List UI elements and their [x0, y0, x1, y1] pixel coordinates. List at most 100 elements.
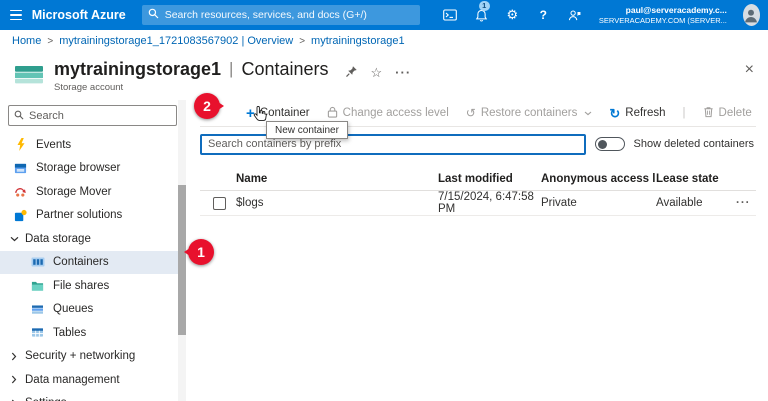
search-icon [14, 109, 24, 123]
sidebar-item-tables[interactable]: Tables [0, 321, 186, 345]
chevron-down-icon [584, 111, 592, 116]
table-header-row: Name Last modified Anonymous access l...… [200, 168, 756, 191]
sidebar-item-label: File shares [53, 280, 109, 292]
refresh-label: Refresh [625, 107, 665, 119]
sidebar-group-data-management[interactable]: Data management [0, 368, 186, 392]
sidebar-item-containers[interactable]: Containers [0, 251, 186, 275]
new-container-label: Container [260, 107, 310, 119]
lock-icon [327, 106, 338, 121]
toggle-knob [598, 140, 607, 149]
column-header-last-modified[interactable]: Last modified [438, 173, 541, 185]
breadcrumb-home[interactable]: Home [12, 35, 41, 47]
show-deleted-toggle[interactable] [595, 137, 625, 151]
column-header-anonymous-access[interactable]: Anonymous access l... [541, 173, 656, 185]
notifications-bell-icon[interactable]: 1 [471, 0, 492, 30]
annotation-step-1: 1 [188, 239, 214, 265]
search-icon [148, 8, 159, 22]
queues-icon [30, 302, 45, 317]
close-blade-icon[interactable]: × [745, 61, 754, 79]
storage-mover-icon [13, 184, 28, 199]
sidebar-group-security-networking[interactable]: Security + networking [0, 345, 186, 369]
page-header: mytrainingstorage1 | Containers ☆ ··· St… [0, 52, 768, 100]
more-options-icon[interactable]: ··· [395, 66, 411, 79]
sidebar-group-settings[interactable]: Settings [0, 392, 186, 401]
favorite-star-icon[interactable]: ☆ [371, 66, 383, 79]
events-lightning-icon [13, 137, 28, 152]
change-access-level-label: Change access level [343, 107, 449, 119]
brand-title[interactable]: Microsoft Azure [32, 8, 126, 22]
column-header-lease-state[interactable]: Lease state [656, 173, 736, 185]
cloud-shell-icon[interactable] [440, 0, 461, 30]
sidebar-item-label: Partner solutions [36, 209, 122, 221]
tables-icon [30, 325, 45, 340]
pin-icon[interactable] [345, 65, 358, 80]
menu-search-input[interactable] [29, 110, 171, 122]
cell-last-modified: 7/15/2024, 6:47:58 PM [438, 191, 541, 215]
menu-search[interactable] [8, 105, 177, 126]
settings-gear-icon[interactable]: ⚙ [502, 0, 523, 30]
trash-icon [703, 106, 714, 121]
sidebar-item-partner-solutions[interactable]: Partner solutions [0, 204, 186, 228]
resource-menu: « Events Storage browser Storage Mover P… [0, 100, 186, 401]
sidebar-group-label: Settings [25, 397, 67, 401]
sidebar-item-label: Queues [53, 303, 93, 315]
sidebar-group-data-storage[interactable]: Data storage [0, 227, 186, 251]
sidebar-item-label: Storage browser [36, 162, 120, 174]
cell-container-name[interactable]: $logs [236, 197, 438, 209]
sidebar-item-file-shares[interactable]: File shares [0, 274, 186, 298]
account-info[interactable]: paul@serveracademy.c... SERVERACADEMY.CO… [599, 5, 727, 26]
sidebar-scrollbar-thumb[interactable] [178, 185, 186, 335]
notification-badge: 1 [479, 1, 490, 11]
refresh-button[interactable]: ↻ Refresh [609, 107, 665, 120]
breadcrumb-current[interactable]: mytrainingstorage1 [311, 35, 405, 47]
sidebar-item-label: Events [36, 139, 71, 151]
column-header-name[interactable]: Name [236, 173, 438, 185]
row-checkbox[interactable] [213, 197, 226, 210]
sidebar-item-storage-browser[interactable]: Storage browser [0, 157, 186, 181]
refresh-icon: ↻ [609, 107, 620, 120]
breadcrumb-overview[interactable]: mytrainingstorage1_1721083567902 | Overv… [59, 35, 293, 47]
account-email: paul@serveracademy.c... [599, 5, 727, 16]
page-section-title: Containers [241, 59, 328, 80]
title-divider: | [229, 59, 233, 79]
global-search[interactable] [142, 5, 420, 25]
top-bar: Microsoft Azure 1 ⚙ ? paul@serveracademy… [0, 0, 768, 30]
feedback-icon[interactable] [564, 0, 585, 30]
page-subtitle: Storage account [54, 82, 411, 93]
breadcrumb: Home > mytrainingstorage1_1721083567902 … [0, 30, 768, 52]
restore-containers-button[interactable]: ↺ Restore containers [466, 106, 593, 120]
plus-icon: + [246, 106, 255, 121]
restore-containers-label: Restore containers [481, 107, 578, 119]
global-search-input[interactable] [165, 9, 414, 21]
sidebar-group-label: Security + networking [25, 350, 135, 362]
containers-blade: + Container Change access level ↺ Restor… [186, 100, 768, 401]
chevron-right-icon [9, 375, 19, 384]
toolbar-divider: | [683, 107, 686, 119]
file-shares-icon [30, 278, 45, 293]
sidebar-group-label: Data storage [25, 233, 91, 245]
breadcrumb-separator: > [299, 36, 305, 47]
sidebar-item-storage-mover[interactable]: Storage Mover [0, 180, 186, 204]
sidebar-item-label: Containers [53, 256, 109, 268]
help-icon[interactable]: ? [533, 0, 554, 30]
azure-portal-window: Microsoft Azure 1 ⚙ ? paul@serveracademy… [0, 0, 768, 401]
avatar[interactable] [743, 4, 760, 26]
delete-button[interactable]: Delete [703, 106, 752, 121]
change-access-level-button[interactable]: Change access level [327, 106, 449, 121]
breadcrumb-separator: > [47, 36, 53, 47]
sidebar-item-label: Storage Mover [36, 186, 111, 198]
containers-table: Name Last modified Anonymous access l...… [200, 168, 756, 216]
partner-solutions-icon [13, 208, 28, 223]
sidebar-group-label: Data management [25, 374, 120, 386]
container-search-input[interactable] [200, 134, 586, 155]
hamburger-menu-icon[interactable] [10, 10, 22, 21]
table-row[interactable]: $logs 7/15/2024, 6:47:58 PM Private Avai… [200, 191, 756, 216]
sidebar-item-queues[interactable]: Queues [0, 298, 186, 322]
cell-anonymous-access: Private [541, 197, 656, 209]
new-container-button[interactable]: + Container [246, 106, 310, 121]
row-more-options-icon[interactable]: ··· [736, 197, 757, 209]
sidebar-item-events[interactable]: Events [0, 133, 186, 157]
restore-icon: ↺ [466, 106, 476, 120]
containers-icon [30, 255, 45, 270]
chevron-down-icon [9, 236, 19, 242]
